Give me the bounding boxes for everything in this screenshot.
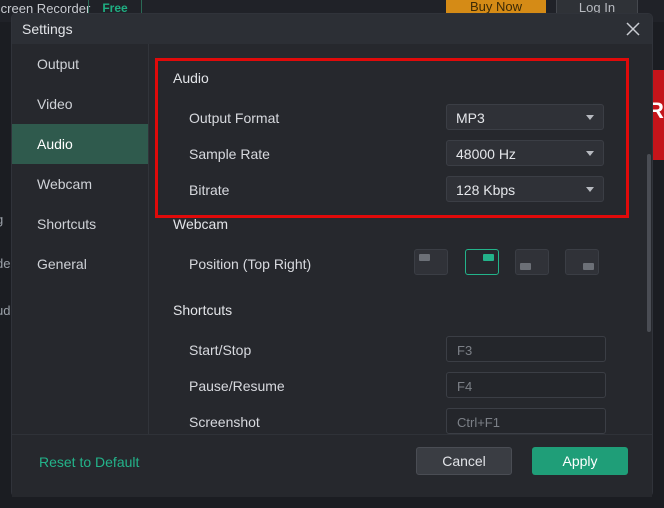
settings-content: Audio Output Format MP3 Sample Rate 4800…: [149, 44, 652, 434]
sample-rate-label: Sample Rate: [189, 146, 270, 162]
shortcut-label: Pause/Resume: [189, 378, 285, 394]
position-indicator-icon: [520, 263, 531, 270]
screenshot-hotkey-field[interactable]: Ctrl+F1: [446, 408, 606, 434]
hotkey-value: Ctrl+F1: [457, 415, 500, 430]
position-indicator-icon: [419, 254, 430, 261]
sidebar-item-general[interactable]: General: [12, 244, 148, 284]
sample-rate-value: 48000 Hz: [456, 146, 516, 162]
sidebar-item-label: Webcam: [37, 176, 92, 192]
webcam-position-label: Position (Top Right): [189, 256, 312, 272]
position-indicator-icon: [483, 254, 494, 261]
output-format-value: MP3: [456, 110, 485, 126]
shortcut-label: Start/Stop: [189, 342, 252, 358]
sample-rate-select[interactable]: 48000 Hz: [446, 140, 604, 166]
output-format-label: Output Format: [189, 110, 280, 126]
background-text-fragment: de: [0, 256, 11, 271]
hotkey-value: F4: [457, 379, 473, 394]
settings-sidebar: Output Video Audio Webcam Shortcuts Gene…: [12, 44, 149, 434]
close-icon[interactable]: [624, 20, 642, 38]
background-text-fragment: g: [0, 212, 3, 227]
output-format-select[interactable]: MP3: [446, 104, 604, 130]
bitrate-select[interactable]: 128 Kbps: [446, 176, 604, 202]
bitrate-label: Bitrate: [189, 182, 230, 198]
reset-to-default-link[interactable]: Reset to Default: [39, 454, 139, 470]
sidebar-item-label: Audio: [37, 136, 73, 152]
content-scrollbar[interactable]: [647, 154, 651, 332]
webcam-section-title: Webcam: [173, 216, 228, 232]
dialog-footer: Reset to Default Cancel Apply: [12, 434, 652, 497]
hotkey-value: F3: [457, 343, 473, 358]
chevron-down-icon: [586, 151, 594, 156]
sidebar-item-label: General: [37, 256, 87, 272]
sidebar-item-audio[interactable]: Audio: [12, 124, 148, 164]
start-stop-hotkey-field[interactable]: F3: [446, 336, 606, 362]
shortcut-label: Screenshot: [189, 414, 260, 430]
bitrate-value: 128 Kbps: [456, 182, 516, 198]
audio-section-title: Audio: [173, 70, 209, 86]
dialog-header: Settings: [12, 14, 652, 44]
chevron-down-icon: [586, 115, 594, 120]
sidebar-item-label: Shortcuts: [37, 216, 97, 232]
cancel-button[interactable]: Cancel: [416, 447, 512, 475]
dialog-title: Settings: [22, 21, 73, 37]
sidebar-item-video[interactable]: Video: [12, 84, 148, 124]
position-top-left-button[interactable]: [414, 249, 448, 275]
sidebar-item-webcam[interactable]: Webcam: [12, 164, 148, 204]
settings-dialog: Settings Output Video Audio Webcam Short…: [12, 14, 652, 497]
pause-resume-hotkey-field[interactable]: F4: [446, 372, 606, 398]
background-text-fragment: ud: [0, 303, 11, 318]
sidebar-item-output[interactable]: Output: [12, 44, 148, 84]
shortcuts-section-title: Shortcuts: [173, 302, 233, 318]
sidebar-item-label: Output: [37, 56, 80, 72]
position-bottom-left-button[interactable]: [515, 249, 549, 275]
position-indicator-icon: [583, 263, 594, 270]
sidebar-item-shortcuts[interactable]: Shortcuts: [12, 204, 148, 244]
position-top-right-button[interactable]: [465, 249, 499, 275]
apply-button[interactable]: Apply: [532, 447, 628, 475]
position-bottom-right-button[interactable]: [565, 249, 599, 275]
sidebar-item-label: Video: [37, 96, 73, 112]
chevron-down-icon: [586, 187, 594, 192]
